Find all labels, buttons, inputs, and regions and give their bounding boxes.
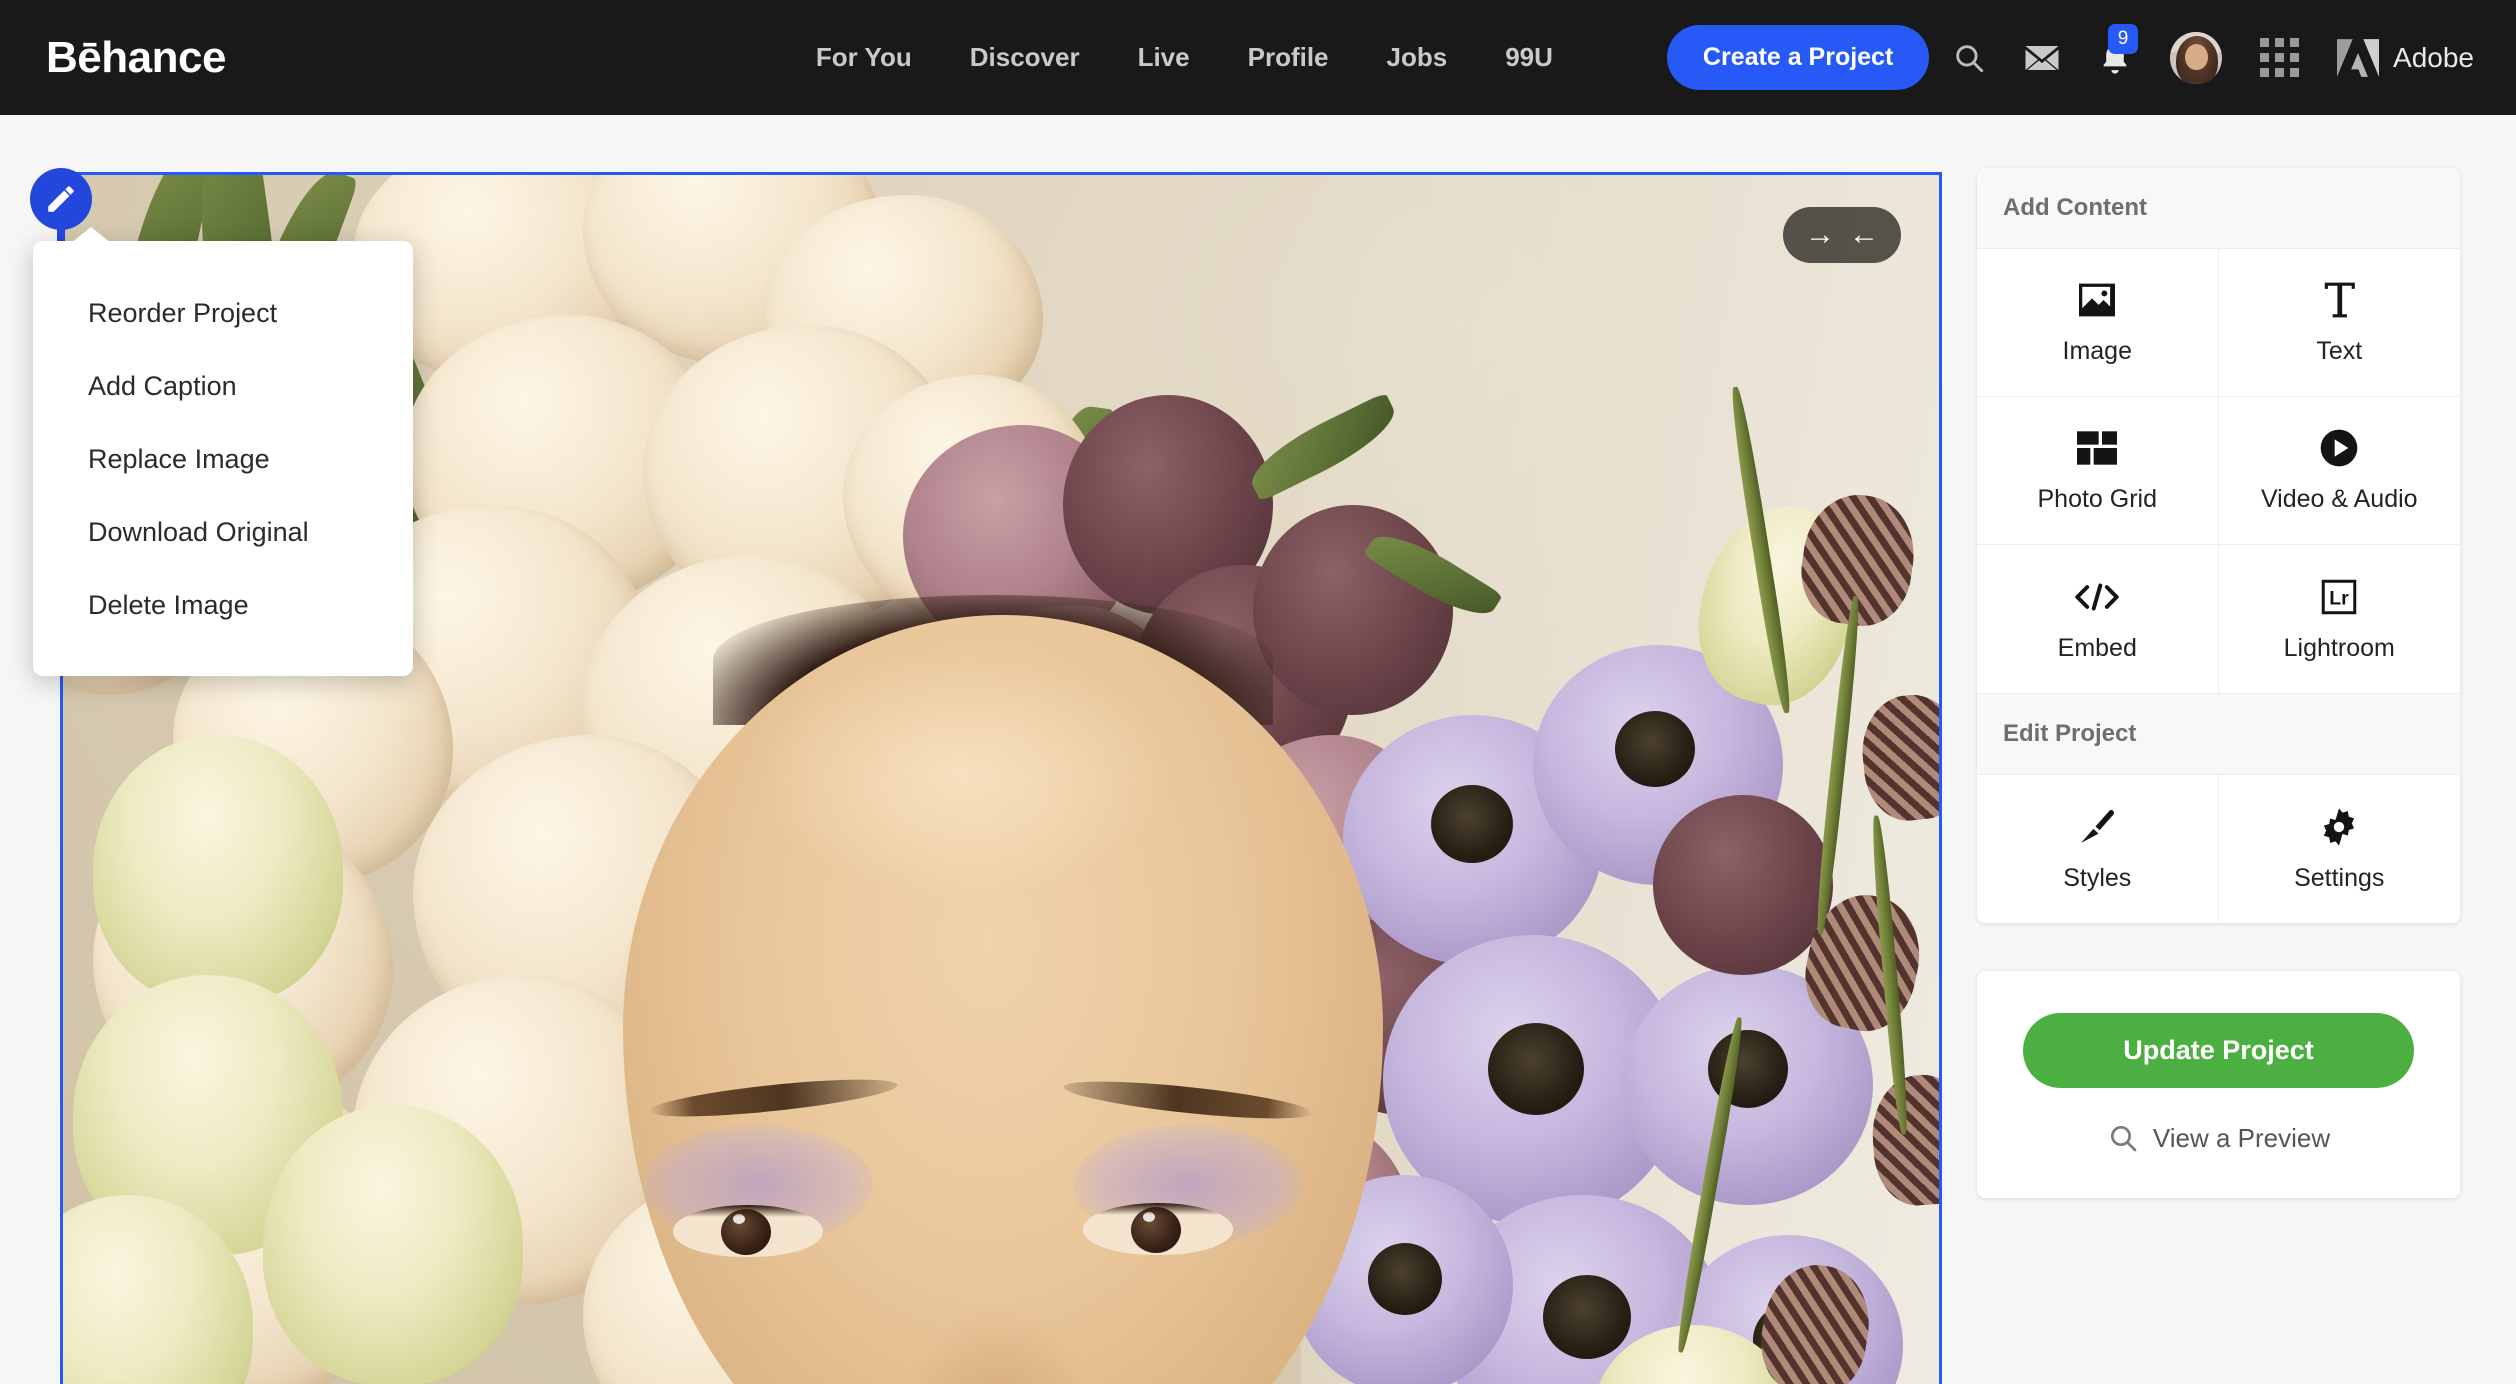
code-icon [2074, 576, 2120, 618]
search-icon[interactable] [1952, 41, 1986, 75]
bell-icon[interactable]: 9 [2098, 23, 2139, 76]
tile-image[interactable]: Image [1977, 249, 2219, 397]
menu-item-add-caption[interactable]: Add Caption [33, 350, 413, 423]
nav-item-discover[interactable]: Discover [970, 42, 1080, 73]
tile-label: Image [2062, 337, 2132, 365]
photo-grid-icon [2077, 427, 2118, 469]
paintbrush-icon [2077, 806, 2117, 848]
menu-notch [71, 227, 111, 243]
add-content-tiles: Image Text Photo Grid Video & Audio Embe… [1977, 249, 2460, 693]
tile-label: Settings [2294, 863, 2385, 892]
app-grid-icon[interactable] [2260, 38, 2300, 77]
adobe-link[interactable]: Adobe [2337, 38, 2474, 77]
svg-text:Lr: Lr [2330, 587, 2350, 609]
mail-icon[interactable] [2024, 44, 2060, 72]
behance-logo[interactable]: Bēhance [46, 35, 226, 80]
view-preview-label: View a Preview [2152, 1122, 2331, 1153]
tile-lightroom[interactable]: Lr Lightroom [2218, 545, 2460, 693]
tile-label: Embed [2057, 633, 2137, 662]
tile-label: Text [2316, 337, 2363, 365]
pencil-icon [48, 186, 74, 212]
image-resize-toolbar[interactable]: → ← [1783, 207, 1901, 263]
text-icon [2321, 279, 2357, 321]
header-actions: 9 Adobe [1952, 23, 2474, 84]
view-preview-link[interactable]: View a Preview [2023, 1122, 2414, 1154]
create-project-button[interactable]: Create a Project [1666, 25, 1930, 90]
nav-item-for-you[interactable]: For You [816, 42, 912, 73]
tile-label: Lightroom [2283, 633, 2395, 662]
avatar[interactable] [2170, 31, 2223, 84]
nav-item-99u[interactable]: 99U [1505, 42, 1553, 73]
main-nav: For You Discover Live Profile Jobs 99U C… [816, 25, 1930, 90]
add-content-header: Add Content [1977, 168, 2460, 249]
tile-styles[interactable]: Styles [1977, 775, 2219, 923]
content-panel: Add Content Image Text Photo Grid Video … [1977, 168, 2460, 923]
lightroom-icon: Lr [2321, 576, 2357, 618]
edit-image-button[interactable] [30, 168, 92, 230]
top-navigation-bar: Bēhance For You Discover Live Profile Jo… [0, 0, 2516, 115]
expand-arrow-icon[interactable]: → [1805, 220, 1835, 250]
tile-photo-grid[interactable]: Photo Grid [1977, 397, 2219, 545]
menu-item-delete-image[interactable]: Delete Image [33, 569, 413, 642]
gear-icon [2319, 806, 2359, 848]
image-context-menu: Reorder Project Add Caption Replace Imag… [33, 227, 413, 676]
notification-badge: 9 [2108, 23, 2139, 54]
tile-label: Photo Grid [2037, 485, 2157, 513]
nav-item-profile[interactable]: Profile [1248, 42, 1329, 73]
tile-label: Video & Audio [2260, 485, 2418, 513]
search-icon [2110, 1126, 2137, 1152]
menu-item-download-original[interactable]: Download Original [33, 496, 413, 569]
tile-text[interactable]: Text [2218, 249, 2460, 397]
play-circle-icon [2319, 427, 2359, 469]
update-project-button[interactable]: Update Project [2023, 1013, 2414, 1088]
editor-sidebar: Add Content Image Text Photo Grid Video … [1977, 168, 2460, 1198]
collapse-arrow-icon[interactable]: ← [1849, 220, 1879, 250]
project-actions-panel: Update Project View a Preview [1977, 971, 2460, 1198]
tile-settings[interactable]: Settings [2218, 775, 2460, 923]
tile-label: Styles [2063, 863, 2132, 892]
edit-project-tiles: Styles Settings [1977, 775, 2460, 923]
image-icon [2077, 279, 2117, 321]
menu-item-replace-image[interactable]: Replace Image [33, 423, 413, 496]
nav-item-jobs[interactable]: Jobs [1387, 42, 1448, 73]
edit-project-header: Edit Project [1977, 693, 2460, 775]
tile-video-audio[interactable]: Video & Audio [2218, 397, 2460, 545]
menu-item-reorder-project[interactable]: Reorder Project [33, 277, 413, 350]
nav-item-live[interactable]: Live [1138, 42, 1190, 73]
adobe-label: Adobe [2393, 41, 2474, 73]
adobe-logo-icon [2337, 38, 2380, 77]
tile-embed[interactable]: Embed [1977, 545, 2219, 693]
